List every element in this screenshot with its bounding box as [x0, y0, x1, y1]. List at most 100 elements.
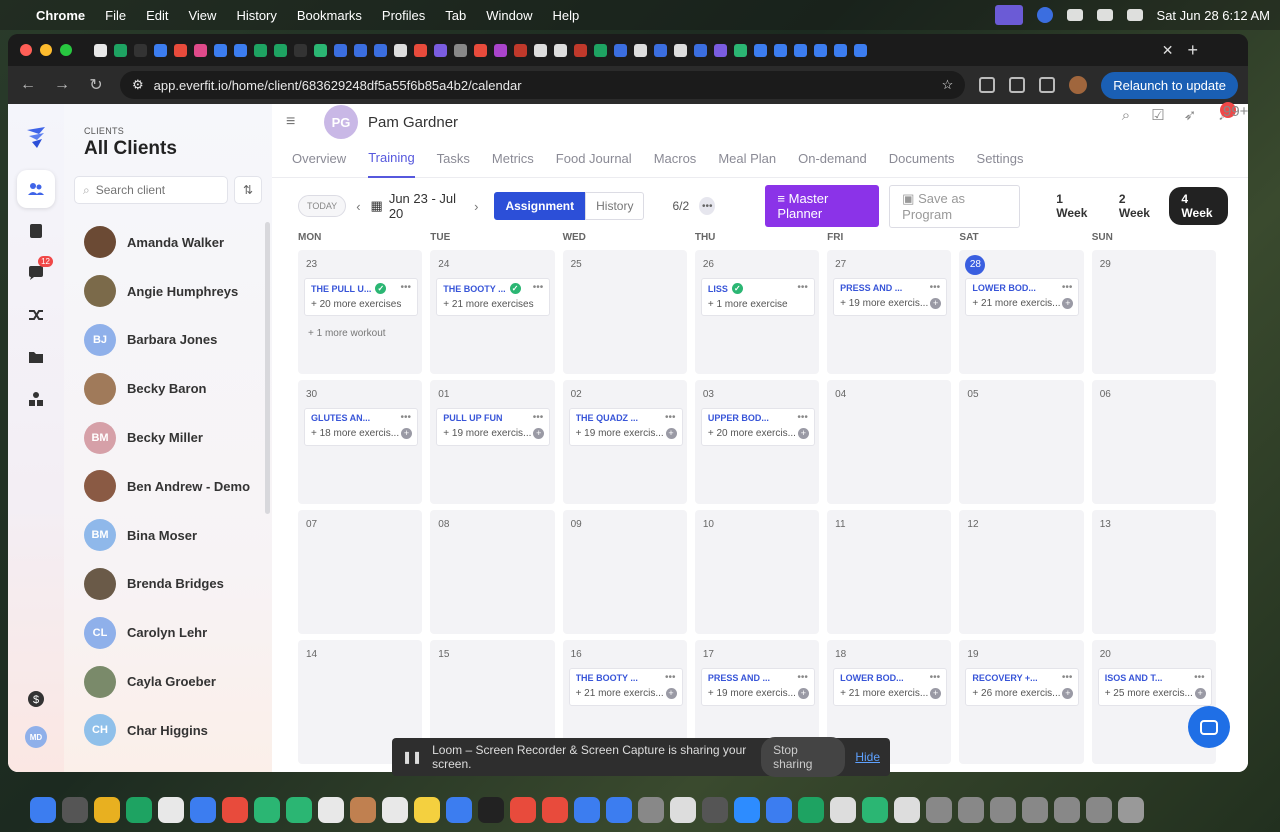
calendar-day-cell[interactable]: 03 UPPER BOD... ••• + 20 more exercis... + [694, 380, 820, 504]
calendar-day-cell[interactable]: 11 [827, 510, 952, 634]
address-bar[interactable]: ⚙ app.everfit.io/home/client/683629248df… [120, 71, 966, 99]
calendar-day-cell[interactable]: 10 [694, 510, 820, 634]
dock-app-icon[interactable] [958, 797, 984, 823]
workout-options-icon[interactable]: ••• [1194, 672, 1205, 683]
tab-food-journal[interactable]: Food Journal [556, 140, 632, 178]
forward-icon[interactable]: → [52, 76, 72, 94]
more-workout-link[interactable]: + 1 more workout [308, 328, 386, 339]
tab-favicon-icon[interactable] [814, 43, 827, 57]
dock-app-icon[interactable] [862, 797, 888, 823]
calendar-day-cell[interactable]: 08 [430, 510, 555, 634]
automation-nav-button[interactable] [17, 296, 55, 334]
assignment-tab[interactable]: Assignment [494, 192, 586, 220]
menu-profiles[interactable]: Profiles [382, 8, 425, 23]
tab-favicon-icon[interactable] [314, 43, 327, 57]
dock-app-icon[interactable] [446, 797, 472, 823]
tab-favicon-icon[interactable] [754, 43, 767, 57]
bookmark-star-icon[interactable]: ☆ [942, 77, 954, 93]
workout-options-icon[interactable]: ••• [1062, 672, 1073, 683]
dock-app-icon[interactable] [1054, 797, 1080, 823]
tab-favicon-icon[interactable] [854, 43, 867, 57]
workout-options-icon[interactable]: ••• [665, 672, 676, 683]
calendar-day-cell[interactable]: 30 GLUTES AN... ••• + 18 more exercis... + [298, 380, 423, 504]
workout-options-icon[interactable]: ••• [930, 282, 941, 293]
workout-card[interactable]: RECOVERY +... ••• + 26 more exercis... + [965, 668, 1080, 706]
menu-view[interactable]: View [188, 8, 216, 23]
search-icon[interactable]: ⌕ [1118, 108, 1134, 124]
tab-favicon-icon[interactable] [514, 43, 527, 57]
tab-favicon-icon[interactable] [414, 43, 427, 57]
menu-tab[interactable]: Tab [445, 8, 466, 23]
expand-plus-icon[interactable]: + [797, 428, 809, 439]
dock-app-icon[interactable] [638, 797, 664, 823]
week-range-2-button[interactable]: 2 Week [1107, 187, 1166, 225]
client-list-item[interactable]: CL Carolyn Lehr [74, 608, 262, 657]
tab-favicon-icon[interactable] [134, 43, 147, 57]
reload-icon[interactable]: ↻ [86, 75, 106, 95]
tab-favicon-icon[interactable] [434, 43, 447, 57]
master-planner-button[interactable]: ≡ Master Planner [765, 185, 880, 227]
tab-favicon-icon[interactable] [394, 43, 407, 57]
save-as-program-button[interactable]: ▣ Save as Program [889, 184, 1021, 228]
next-arrow-icon[interactable]: › [474, 199, 478, 214]
tab-favicon-icon[interactable] [674, 43, 687, 57]
new-tab-icon[interactable]: + [1187, 40, 1198, 61]
dock-app-icon[interactable] [510, 797, 536, 823]
dock-app-icon[interactable] [254, 797, 280, 823]
menu-history[interactable]: History [236, 8, 276, 23]
dock-app-icon[interactable] [1118, 797, 1144, 823]
prev-arrow-icon[interactable]: ‹ [356, 199, 360, 214]
workout-card[interactable]: GLUTES AN... ••• + 18 more exercis... + [304, 408, 418, 446]
pause-icon[interactable]: ❚❚ [402, 750, 422, 764]
tab-favicon-icon[interactable] [154, 43, 167, 57]
menu-file[interactable]: File [105, 8, 126, 23]
back-icon[interactable]: ← [18, 76, 38, 94]
tab-favicon-icon[interactable] [374, 43, 387, 57]
tab-favicon-icon[interactable] [694, 43, 707, 57]
tab-documents[interactable]: Documents [889, 140, 955, 178]
workout-card[interactable]: ISOS AND T... ••• + 25 more exercis... + [1097, 668, 1212, 706]
history-tab[interactable]: History [585, 192, 645, 220]
reading-list-icon[interactable] [1039, 77, 1056, 93]
extensions-icon[interactable] [979, 77, 996, 93]
client-list-item[interactable]: Becky Baron [74, 364, 262, 413]
support-chat-button[interactable] [1188, 706, 1230, 748]
dock-app-icon[interactable] [286, 797, 312, 823]
workout-options-icon[interactable]: ••• [930, 672, 941, 683]
client-list-item[interactable]: Angie Humphreys [74, 267, 262, 316]
calendar-day-cell[interactable]: 05 [959, 380, 1084, 504]
dock-app-icon[interactable] [126, 797, 152, 823]
workout-card[interactable]: UPPER BOD... ••• + 20 more exercis... + [700, 408, 815, 446]
stop-sharing-button[interactable]: Stop sharing [761, 737, 846, 777]
close-window-icon[interactable] [20, 44, 32, 56]
wifi-icon[interactable] [1096, 9, 1113, 21]
today-button[interactable]: TODAY [298, 195, 347, 217]
minimize-window-icon[interactable] [40, 44, 52, 56]
calendar-day-cell[interactable]: 06 [1091, 380, 1216, 504]
battery-icon[interactable] [1066, 9, 1083, 21]
dock-app-icon[interactable] [574, 797, 600, 823]
calendar-day-cell[interactable]: 09 [562, 510, 687, 634]
client-list-item[interactable]: Ben Andrew - Demo [74, 462, 262, 511]
tab-metrics[interactable]: Metrics [492, 140, 534, 178]
client-list-item[interactable]: BM Becky Miller [74, 413, 262, 462]
workout-options-icon[interactable]: ••• [533, 282, 544, 293]
rocket-icon[interactable]: ➶ [1182, 108, 1198, 124]
dock-app-icon[interactable] [606, 797, 632, 823]
tab-favicon-icon[interactable] [194, 43, 207, 57]
dock-app-icon[interactable] [1086, 797, 1112, 823]
site-info-icon[interactable]: ⚙ [132, 77, 144, 93]
tab-favicon-icon[interactable] [714, 43, 727, 57]
calendar-day-cell[interactable]: 04 [827, 380, 952, 504]
workout-card[interactable]: THE BOOTY ... ✓ ••• + 21 more exercises [436, 278, 551, 316]
dock-app-icon[interactable] [222, 797, 248, 823]
tab-favicon-icon[interactable] [594, 43, 607, 57]
calendar-day-cell[interactable]: 26 LISS ✓ ••• + 1 more exercise [694, 250, 820, 374]
workout-options-icon[interactable]: ••• [797, 282, 808, 293]
calendar-day-cell[interactable]: 02 THE QUADZ ... ••• + 19 more exercis... + [562, 380, 687, 504]
dock-app-icon[interactable] [830, 797, 856, 823]
dock-app-icon[interactable] [350, 797, 376, 823]
folder-nav-button[interactable] [17, 338, 55, 376]
workout-options-icon[interactable]: ••• [1062, 282, 1073, 293]
tab-overview[interactable]: Overview [292, 140, 346, 178]
